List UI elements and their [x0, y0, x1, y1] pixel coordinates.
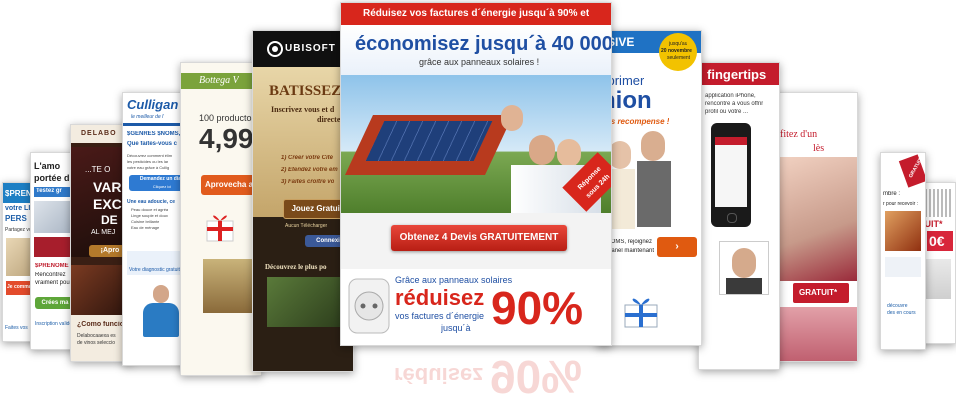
banner-lingerie: ofitez d'un lès GRATUIT*: [772, 92, 858, 362]
bottega-products-image: [203, 259, 259, 313]
bottega-price: 4,99: [199, 123, 254, 154]
fingertips-paragraph-1: application iPhone,: [705, 93, 756, 99]
lingerie-free-label: GRATUIT*: [799, 288, 838, 297]
solar-headline-sub: grâce aux panneaux solaires !: [419, 57, 540, 67]
delaboca-big-2: EXC: [93, 196, 122, 212]
lingerie-title-1: ofitez d'un: [775, 129, 818, 140]
culligan-paragraph-3: votre eau grâce à Cullig: [127, 165, 170, 170]
culligan-technician: [141, 285, 181, 337]
iphone-image: [711, 123, 751, 227]
culligan-paragraph-2: les pesticides ou les lar: [127, 159, 169, 164]
solar-bottom-line-3: jusqu´à: [441, 323, 471, 333]
fingertips-paragraph-3: profil ou votre ...: [705, 109, 749, 115]
banner-text-2: vraiment pou: [35, 280, 70, 286]
power-outlet-icon: [347, 277, 391, 335]
banner-price: 0€: [929, 233, 945, 249]
create-button[interactable]: Crées ma: [35, 297, 75, 309]
banner-title: L'amo: [34, 161, 61, 171]
banner-ubisoft: UBISOFT BATISSEZ Inscrivez vous et d dir…: [252, 30, 354, 372]
ubisoft-connect-label: Connexi: [316, 238, 340, 244]
opinion-join-button[interactable]: ›: [657, 237, 697, 257]
fingertips-paragraph-2: rencontre à vous offrir: [705, 101, 764, 107]
banner-bottega: Bottega V 100 productos 4,99 Aprovecha a…: [180, 62, 262, 376]
ubisoft-step-1: 1) Créer votre Cité: [281, 155, 334, 161]
banner-title-3: PERS: [5, 214, 27, 223]
banner-showcase: $PRENO votre LIV PERS Partagez vos Je co…: [0, 0, 956, 412]
culligan-footer: Votre diagnostic gratuit: [129, 267, 180, 273]
ubisoft-play-sub: Aucun Télécharger: [285, 223, 328, 229]
delaboca-how-sub-1: Delabocaaexa es: [77, 333, 116, 339]
culligan-list-item: Peau douce et agréa: [131, 207, 169, 212]
banner-fingertips: fingertips application iPhone, rencontre…: [698, 62, 780, 370]
culligan-greeting: $GENRES $NOMS,: [127, 131, 181, 137]
banner-footer-2: des en cours: [887, 310, 916, 316]
delaboca-big-1: VAR: [93, 179, 122, 195]
ubisoft-step-2: 2) Etendez votre em: [281, 167, 338, 173]
banner-footer: Inscription valide: [35, 321, 73, 327]
get-quotes-label: Obtenez 4 Devis GRATUITEMENT: [399, 232, 559, 243]
reflection-big: réduisez: [394, 363, 484, 388]
delaboca-how-sub-2: de vinos seleccio: [77, 340, 116, 346]
delaboca-big-3: DE: [101, 213, 118, 227]
create-button-label: Crées ma: [41, 300, 69, 306]
culligan-question: Que faites-vous c: [127, 141, 178, 147]
culligan-list-item: Linge souple et doux: [131, 213, 168, 218]
gift-box-icon: [621, 289, 661, 329]
fingertips-face-image: [719, 241, 769, 295]
ubisoft-title: BATISSEZ: [269, 83, 342, 99]
solar-headline-top: Réduisez vos factures d´énergie jusqu´à …: [363, 8, 590, 19]
lingerie-title-2: lès: [813, 143, 825, 154]
ubisoft-swirl-icon: [267, 41, 283, 57]
solar-bottom-percent: 90%: [491, 282, 584, 334]
reflection-percent: 90%: [490, 351, 583, 403]
culligan-list-title: Une eau adoucie, ce: [127, 199, 176, 205]
ubisoft-game-image: [267, 277, 351, 327]
culligan-list-item: Cuisine brillante: [131, 219, 160, 224]
ubisoft-step-3: 3) Faites croître vo: [281, 179, 335, 185]
lingerie-model-image: [773, 157, 857, 281]
deadline-badge-line-1: jusqu'au: [669, 41, 688, 47]
solar-bottom-line-2: vos factures d´énergie: [395, 311, 485, 321]
bottega-logo: Bottega V: [199, 75, 239, 86]
fingertips-title: fingertips: [707, 67, 767, 82]
banner-solar-main: Réduisez vos factures d´énergie jusqu´à …: [340, 2, 612, 346]
bottega-button-label: Aprovecha ah: [205, 180, 258, 189]
delaboca-button-label: ¡Apro: [100, 247, 120, 254]
banner-red-name: $PRENOME: [35, 263, 69, 269]
ubisoft-logo: UBISOFT: [285, 43, 336, 54]
try-free-link[interactable]: Testez gr: [36, 188, 62, 194]
banner-text: Rencontrez: [35, 272, 66, 278]
ubisoft-line-1: Inscrivez vous et d: [271, 105, 335, 114]
get-quotes-button[interactable]: Obtenez 4 Devis GRATUITEMENT: [391, 225, 567, 251]
banner-text-2: r pour recevoir :: [883, 201, 919, 207]
banner-footer: Faites vos: [5, 325, 28, 331]
deadline-badge-line-3: seulement: [667, 55, 691, 61]
culligan-list-item: Eau de ménage: [131, 225, 160, 230]
banner-text-1: mbre :: [883, 191, 901, 197]
deadline-badge-line-2: 20 novembre: [661, 48, 692, 54]
delaboca-logo: DELABO: [81, 130, 117, 137]
solar-bottom-big: réduisez: [395, 285, 485, 310]
ubisoft-footer: Découvrez le plus po: [265, 263, 327, 271]
solar-reflection: réduisez 90%: [340, 346, 610, 410]
bottega-products: 100 productos: [199, 113, 257, 123]
opinion-people-image: [605, 131, 695, 231]
culligan-logo: Culligan: [127, 97, 179, 112]
banner-right-member: GRATUIT mbre : r pour recevoir : découvr…: [880, 152, 926, 350]
banner-title-2: portée d: [34, 173, 70, 183]
delaboca-al: AL MEJ: [91, 229, 116, 236]
gift-icon: [203, 209, 237, 243]
culligan-paragraph-1: Découvrez comment élim: [127, 153, 173, 158]
delaboca-how: ¿Como funcio: [77, 321, 125, 328]
delaboca-teaser: ...TE O: [85, 165, 111, 174]
culligan-tagline: le meilleur de l': [131, 114, 165, 120]
ubisoft-play-label: Jouez Gratuit: [291, 204, 343, 213]
banner-footer-1: découvre: [887, 303, 908, 309]
solar-headline-main: économisez jusqu´à 40 000 €: [355, 33, 612, 55]
